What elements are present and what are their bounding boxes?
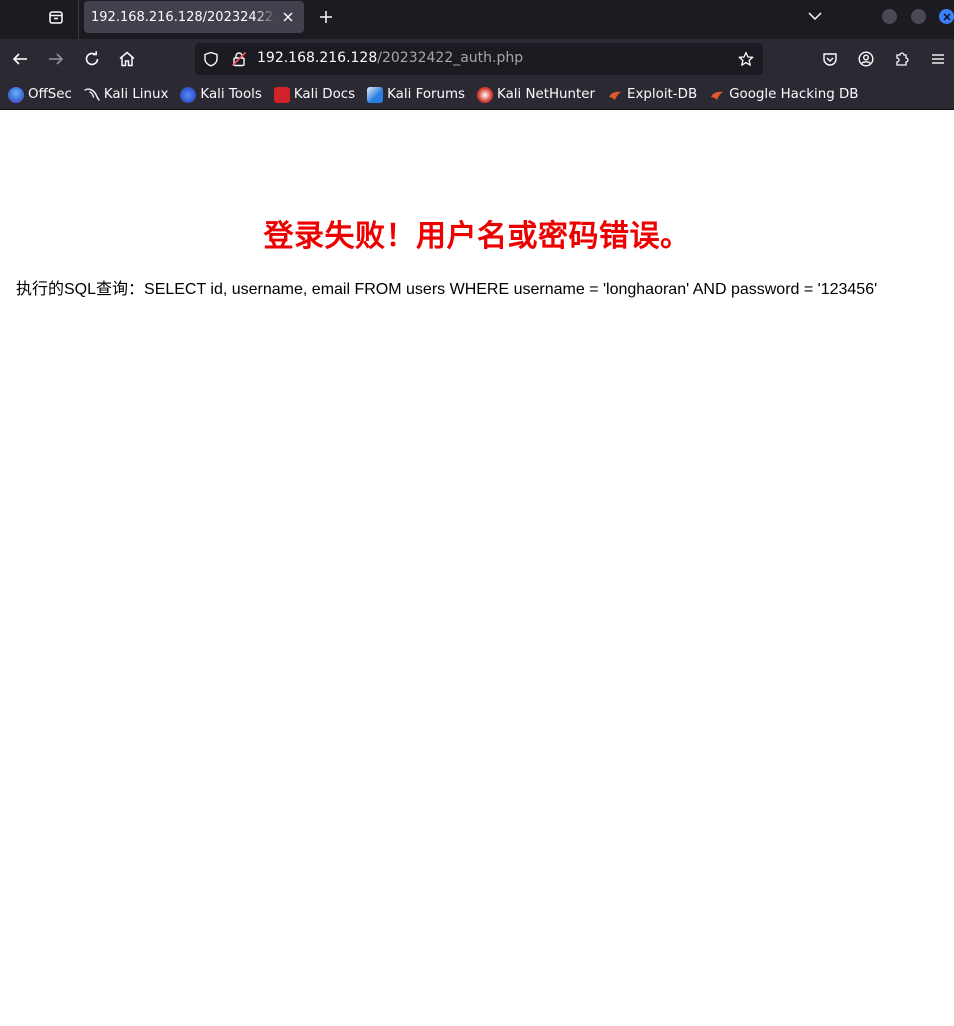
bookmark-label: Exploit-DB xyxy=(627,87,698,102)
tab-active[interactable]: 192.168.216.128/20232422_auth.php xyxy=(84,1,304,33)
navigation-toolbar: 192.168.216.128/20232422_auth.php xyxy=(0,39,954,80)
bookmark-kali-forums[interactable]: Kali Forums xyxy=(367,83,465,107)
tab-title: 192.168.216.128/20232422_auth.php xyxy=(91,9,276,25)
bookmark-google-hacking-db[interactable]: Google Hacking DB xyxy=(709,83,858,107)
bookmark-kali-tools[interactable]: Kali Tools xyxy=(180,83,262,107)
bookmark-label: Kali Docs xyxy=(293,87,356,102)
arrow-left-icon xyxy=(12,53,27,65)
home-button[interactable] xyxy=(113,45,141,73)
reload-button[interactable] xyxy=(78,45,106,73)
account-icon xyxy=(858,51,874,67)
account-button[interactable] xyxy=(852,45,880,73)
forward-button[interactable] xyxy=(42,45,70,73)
url-host: 192.168.216.128 xyxy=(257,50,378,66)
new-tab-icon[interactable] xyxy=(313,4,339,30)
bookmark-label: Kali Forums xyxy=(387,87,466,102)
tab-close-icon[interactable] xyxy=(280,9,296,25)
puzzle-icon xyxy=(896,52,909,66)
tab-overview-icon[interactable] xyxy=(42,4,70,30)
tab-strip: 192.168.216.128/20232422_auth.php xyxy=(0,0,954,39)
shield-icon[interactable] xyxy=(203,51,219,67)
bookmark-label: Kali NetHunter xyxy=(497,87,596,102)
kali-tools-icon xyxy=(180,86,197,103)
page-content: 登录失败！用户名或密码错误。 执行的SQL查询：SELECT id, usern… xyxy=(0,111,954,1026)
bookmark-label: Google Hacking DB xyxy=(729,87,859,102)
bookmark-kali-linux[interactable]: Kali Linux xyxy=(84,83,169,107)
login-error-heading: 登录失败！用户名或密码错误。 xyxy=(263,219,691,254)
arrow-right-icon xyxy=(49,53,64,65)
pocket-button[interactable] xyxy=(816,45,844,73)
url-path: /20232422_auth.php xyxy=(377,50,524,66)
kali-dragon-icon xyxy=(84,87,100,103)
insecure-lock-icon[interactable] xyxy=(231,51,247,67)
bookmark-kali-docs[interactable]: Kali Docs xyxy=(273,83,356,107)
kali-forums-icon xyxy=(367,86,384,103)
bookmark-label: Kali Linux xyxy=(103,87,169,102)
hamburger-menu-icon xyxy=(932,54,944,64)
address-bar[interactable]: 192.168.216.128/20232422_auth.php xyxy=(195,43,763,75)
extensions-button[interactable] xyxy=(888,45,916,73)
close-icon xyxy=(942,12,951,21)
bookmark-offsec[interactable]: OffSec xyxy=(8,83,72,107)
maximize-window-button[interactable] xyxy=(911,9,926,24)
bookmark-exploit-db[interactable]: Exploit-DB xyxy=(607,83,697,107)
ghdb-icon xyxy=(709,87,725,103)
exploit-db-icon xyxy=(607,87,623,103)
bookmark-label: Kali Tools xyxy=(200,87,262,102)
close-window-button[interactable] xyxy=(939,9,954,24)
kali-nethunter-icon xyxy=(477,86,494,103)
home-icon xyxy=(119,51,135,67)
url-text[interactable]: 192.168.216.128/20232422_auth.php xyxy=(257,50,523,66)
back-button[interactable] xyxy=(6,45,34,73)
bookmarks-toolbar: OffSec Kali Linux Kali Tools Kali Docs K… xyxy=(0,80,954,110)
menu-button[interactable] xyxy=(924,45,952,73)
offsec-icon xyxy=(8,86,24,103)
bookmark-star-icon[interactable] xyxy=(738,51,754,67)
bookmark-label: OffSec xyxy=(28,87,72,102)
executed-sql-query: 执行的SQL查询：SELECT id, username, email FROM… xyxy=(16,281,878,298)
kali-docs-icon xyxy=(273,86,290,103)
chevron-down-icon[interactable] xyxy=(803,4,827,28)
tab-separator xyxy=(78,0,79,39)
pocket-icon xyxy=(823,53,837,66)
bookmark-kali-nethunter[interactable]: Kali NetHunter xyxy=(477,83,595,107)
minimize-window-button[interactable] xyxy=(882,9,897,24)
reload-icon xyxy=(85,51,99,66)
